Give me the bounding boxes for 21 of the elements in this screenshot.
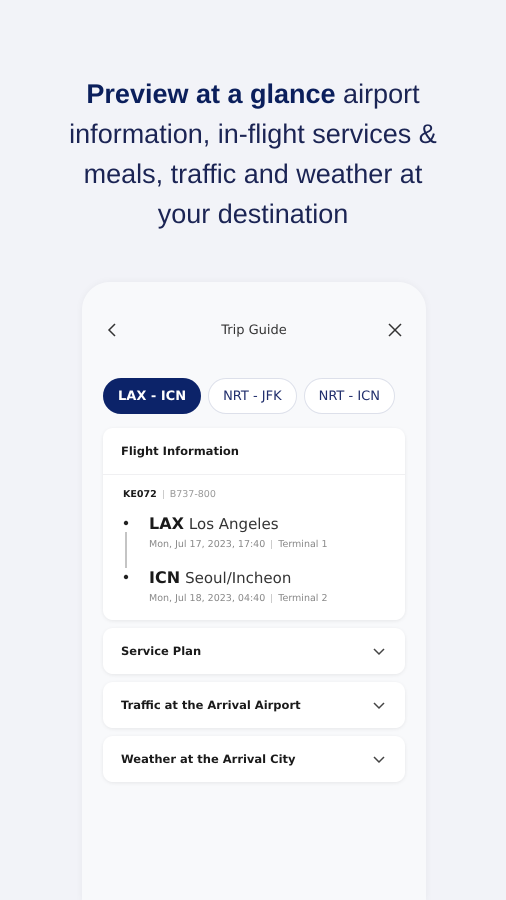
route-tab[interactable]: LAX - ICN bbox=[103, 378, 202, 414]
aircraft-type: B737-800 bbox=[170, 489, 216, 500]
airport-code: ICN bbox=[149, 568, 180, 587]
city-name: Los Angeles bbox=[188, 515, 279, 533]
city-name: Seoul/Incheon bbox=[185, 569, 292, 587]
close-icon[interactable] bbox=[386, 322, 403, 338]
route-tab[interactable]: NRT - JFK bbox=[208, 378, 297, 414]
departure-time: Mon, Jul 17, 2023, 17:40 bbox=[149, 539, 266, 550]
route-timeline bbox=[123, 520, 129, 580]
section-header[interactable]: Weather at the Arrival City bbox=[103, 736, 405, 782]
section-header[interactable]: Service Plan bbox=[103, 628, 405, 674]
section-header[interactable]: Traffic at the Arrival Airport bbox=[103, 682, 405, 728]
terminal-label: Terminal 1 bbox=[278, 539, 328, 550]
departure-time: Mon, Jul 18, 2023, 04:40 bbox=[149, 593, 266, 604]
flight-number: KE072 bbox=[123, 489, 157, 500]
route-tab[interactable]: NRT - ICN bbox=[304, 378, 395, 414]
terminal-label: Terminal 2 bbox=[278, 593, 328, 604]
airport-code: LAX bbox=[149, 514, 184, 533]
headline: Preview at a glance airport information, in-flight services & meals, traffic and weather at your destination bbox=[68, 78, 438, 231]
screen-title: Trip Guide bbox=[221, 322, 287, 338]
section-header[interactable]: Flight Information bbox=[103, 428, 405, 475]
